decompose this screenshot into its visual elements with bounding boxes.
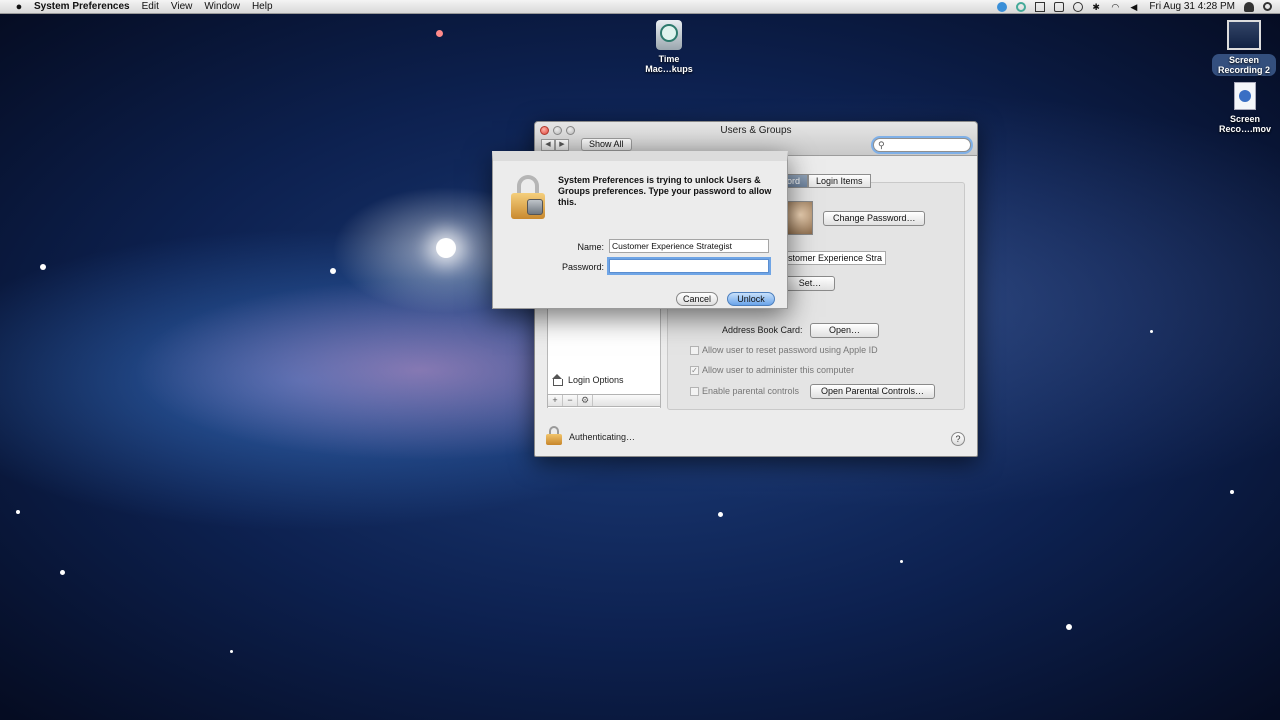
preferences-badge-icon: [527, 199, 543, 215]
apple-id-set-button[interactable]: Set…: [785, 276, 835, 291]
menu-app-name[interactable]: System Preferences: [34, 1, 130, 12]
menu-bar: ● System Preferences Edit View Window He…: [0, 0, 1280, 14]
change-password-button[interactable]: Change Password…: [823, 211, 925, 226]
back-button[interactable]: ◀: [541, 139, 555, 151]
menu-help[interactable]: Help: [252, 1, 273, 12]
checkbox-box[interactable]: [690, 386, 699, 396]
star: [436, 238, 456, 258]
star: [16, 510, 20, 514]
tab-login-items[interactable]: Login Items: [808, 174, 871, 188]
password-field[interactable]: [609, 259, 769, 273]
checkbox-parental[interactable]: Enable parental controls: [690, 386, 799, 396]
user-tabs: ord Login Items: [779, 174, 871, 188]
bluetooth-icon[interactable]: ✱: [1092, 2, 1102, 12]
user-avatar[interactable]: [787, 201, 813, 235]
twitter-icon[interactable]: [997, 1, 1008, 12]
name-field[interactable]: Customer Experience Strategist: [609, 239, 769, 253]
desktop-icon-screen-recording-mov[interactable]: Screen Reco….mov: [1214, 82, 1276, 134]
desktop-icon-label-pill: Screen Recording 2: [1212, 54, 1276, 76]
checkbox-box[interactable]: [690, 345, 699, 355]
menu-view[interactable]: View: [171, 1, 193, 12]
apple-menu-icon[interactable]: ●: [14, 1, 24, 13]
checkbox-administer[interactable]: ✓ Allow user to administer this computer: [690, 365, 854, 375]
menu-edit[interactable]: Edit: [142, 1, 159, 12]
address-book-open-button[interactable]: Open…: [810, 323, 879, 338]
star: [900, 560, 903, 563]
login-options-item[interactable]: Login Options: [551, 374, 624, 386]
unlock-button[interactable]: Unlock: [727, 292, 775, 306]
menu-clock[interactable]: Fri Aug 31 4:28 PM: [1149, 1, 1235, 12]
open-parental-controls-button[interactable]: Open Parental Controls…: [810, 384, 935, 399]
cancel-button[interactable]: Cancel: [676, 292, 718, 306]
desktop-icon-label: Recording 2: [1217, 65, 1270, 75]
menu-window[interactable]: Window: [204, 1, 240, 12]
sync-icon[interactable]: [1016, 1, 1027, 12]
full-name-field[interactable]: stomer Experience Stra: [785, 251, 886, 265]
menu-extras: ✱ ◠ ◀ Fri Aug 31 4:28 PM: [997, 1, 1280, 12]
gear-icon[interactable]: ⚙: [578, 395, 593, 406]
star: [436, 30, 443, 37]
user-list-toolbar: + − ⚙: [547, 394, 661, 407]
star: [230, 650, 233, 653]
nav-buttons: ◀ ▶: [541, 139, 569, 151]
auth-dialog: System Preferences is trying to unlock U…: [492, 151, 788, 309]
auth-status-text: Authenticating…: [569, 432, 636, 442]
checkbox-box[interactable]: ✓: [690, 365, 699, 375]
search-input[interactable]: ⚲: [873, 138, 971, 152]
star: [1150, 330, 1153, 333]
checkbox-label: Enable parental controls: [702, 386, 800, 396]
time-machine-icon[interactable]: [1073, 1, 1084, 12]
wifi-icon[interactable]: ◠: [1111, 2, 1121, 12]
lock-icon: [509, 175, 547, 219]
desktop-icon-label: Time: [658, 54, 680, 64]
desktop-icon-label: Mac…kups: [645, 64, 693, 74]
add-user-button[interactable]: +: [548, 395, 563, 406]
checkbox-reset-apple-id[interactable]: Allow user to reset password using Apple…: [690, 345, 878, 355]
desktop-icon-label: Screen: [1229, 114, 1261, 124]
movie-file-icon: [1234, 82, 1256, 110]
time-machine-drive-icon: [656, 20, 682, 50]
star: [718, 512, 723, 517]
auth-message: System Preferences is trying to unlock U…: [558, 175, 772, 207]
window-title: Users & Groups: [720, 125, 792, 136]
forward-button[interactable]: ▶: [555, 139, 569, 151]
name-label: Name:: [577, 242, 604, 252]
volume-icon[interactable]: ◀: [1130, 2, 1140, 12]
help-button[interactable]: ?: [951, 432, 965, 446]
remove-user-button[interactable]: −: [563, 395, 578, 406]
desktop-icon-time-machine[interactable]: Time Mac…kups: [640, 20, 698, 74]
star: [1230, 490, 1234, 494]
star: [60, 570, 65, 575]
star: [330, 268, 336, 274]
login-options-label: Login Options: [568, 375, 624, 385]
desktop-icon-screen-recording-2[interactable]: Screen Recording 2: [1212, 20, 1276, 76]
desktop-icon-label: Reco….mov: [1218, 124, 1271, 134]
spotlight-icon[interactable]: [1263, 2, 1272, 11]
image-thumbnail-icon: [1227, 20, 1261, 50]
user-icon[interactable]: [1244, 1, 1254, 12]
desktop-icon-label: Screen: [1228, 55, 1260, 65]
checkbox-label: Allow user to reset password using Apple…: [702, 345, 878, 355]
lock-icon[interactable]: [544, 425, 564, 445]
star: [40, 264, 46, 270]
search-icon: ⚲: [878, 140, 885, 150]
user-list[interactable]: [547, 306, 661, 408]
address-book-card-label: Address Book Card:: [722, 325, 803, 335]
star: [1066, 624, 1072, 630]
lock-menu-icon[interactable]: [1054, 1, 1065, 12]
house-icon: [551, 374, 563, 386]
show-all-button[interactable]: Show All: [581, 138, 632, 151]
checkbox-label: Allow user to administer this computer: [702, 365, 855, 375]
screen-icon[interactable]: [1035, 1, 1046, 12]
password-label: Password:: [561, 262, 604, 272]
